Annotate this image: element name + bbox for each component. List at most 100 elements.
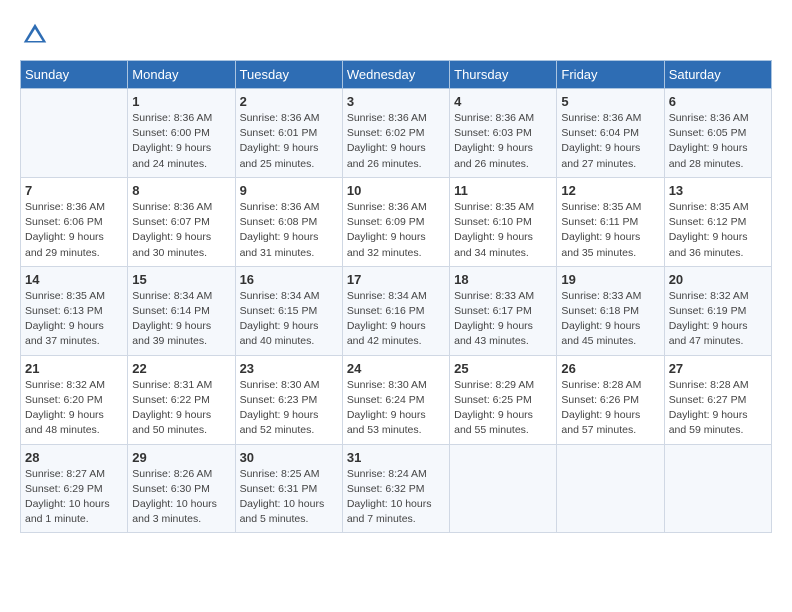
calendar-cell: 15Sunrise: 8:34 AM Sunset: 6:14 PM Dayli… xyxy=(128,266,235,355)
weekday-header-saturday: Saturday xyxy=(664,61,771,89)
day-info: Sunrise: 8:35 AM Sunset: 6:12 PM Dayligh… xyxy=(669,200,767,261)
calendar-cell: 30 Sunrise: 8:25 AM Sunset: 6:31 PM Dayli… xyxy=(235,444,342,533)
day-info: Sunrise: 8:36 AM Sunset: 6:09 PM Dayligh… xyxy=(347,200,445,261)
calendar-cell: 17 Sunrise: 8:34 AM Sunset: 6:16 PM Dayli… xyxy=(342,266,449,355)
weekday-header-tuesday: Tuesday xyxy=(235,61,342,89)
day-info: Sunrise: 8:34 AM Sunset: 6:15 PM Dayligh… xyxy=(240,289,338,350)
calendar-table: SundayMondayTuesdayWednesdayThursdayFrid… xyxy=(20,60,772,533)
day-number: 6 xyxy=(669,94,767,109)
calendar-cell: 21Sunrise: 8:32 AM Sunset: 6:20 PM Dayli… xyxy=(21,355,128,444)
calendar-week-2: 7Sunrise: 8:36 AM Sunset: 6:06 PM Daylig… xyxy=(21,177,772,266)
day-number: 30 xyxy=(240,450,338,465)
day-number: 17 xyxy=(347,272,445,287)
day-info: Sunrise: 8:34 AM Sunset: 6:16 PM Dayligh… xyxy=(347,289,445,350)
calendar-cell xyxy=(450,444,557,533)
day-info: Sunrise: 8:35 AM Sunset: 6:11 PM Dayligh… xyxy=(561,200,659,261)
calendar-cell: 10 Sunrise: 8:36 AM Sunset: 6:09 PM Dayli… xyxy=(342,177,449,266)
day-info: Sunrise: 8:26 AM Sunset: 6:30 PM Dayligh… xyxy=(132,467,230,528)
logo xyxy=(20,20,54,50)
weekday-header-wednesday: Wednesday xyxy=(342,61,449,89)
calendar-cell: 22 Sunrise: 8:31 AM Sunset: 6:22 PM Dayli… xyxy=(128,355,235,444)
day-number: 7 xyxy=(25,183,123,198)
day-number: 2 xyxy=(240,94,338,109)
day-number: 1 xyxy=(132,94,230,109)
calendar-cell: 2 Sunrise: 8:36 AM Sunset: 6:01 PM Daylig… xyxy=(235,89,342,178)
calendar-cell: 4 Sunrise: 8:36 AM Sunset: 6:03 PM Daylig… xyxy=(450,89,557,178)
day-info: Sunrise: 8:36 AM Sunset: 6:08 PM Dayligh… xyxy=(240,200,338,261)
weekday-header-monday: Monday xyxy=(128,61,235,89)
day-number: 14 xyxy=(25,272,123,287)
calendar-cell: 27 Sunrise: 8:28 AM Sunset: 6:27 PM Dayli… xyxy=(664,355,771,444)
calendar-cell: 8 Sunrise: 8:36 AM Sunset: 6:07 PM Daylig… xyxy=(128,177,235,266)
day-info: Sunrise: 8:33 AM Sunset: 6:18 PM Dayligh… xyxy=(561,289,659,350)
calendar-cell: 24 Sunrise: 8:30 AM Sunset: 6:24 PM Dayli… xyxy=(342,355,449,444)
calendar-cell: 6 Sunrise: 8:36 AM Sunset: 6:05 PM Daylig… xyxy=(664,89,771,178)
page-header xyxy=(20,20,772,50)
calendar-cell: 14Sunrise: 8:35 AM Sunset: 6:13 PM Dayli… xyxy=(21,266,128,355)
day-info: Sunrise: 8:28 AM Sunset: 6:27 PM Dayligh… xyxy=(669,378,767,439)
day-number: 8 xyxy=(132,183,230,198)
day-number: 23 xyxy=(240,361,338,376)
day-number: 28 xyxy=(25,450,123,465)
calendar-cell xyxy=(21,89,128,178)
calendar-cell: 23 Sunrise: 8:30 AM Sunset: 6:23 PM Dayli… xyxy=(235,355,342,444)
weekday-header-friday: Friday xyxy=(557,61,664,89)
day-info: Sunrise: 8:36 AM Sunset: 6:07 PM Dayligh… xyxy=(132,200,230,261)
calendar-cell: 31 Sunrise: 8:24 AM Sunset: 6:32 PM Dayli… xyxy=(342,444,449,533)
calendar-cell: 13 Sunrise: 8:35 AM Sunset: 6:12 PM Dayli… xyxy=(664,177,771,266)
day-number: 27 xyxy=(669,361,767,376)
day-number: 12 xyxy=(561,183,659,198)
calendar-cell xyxy=(557,444,664,533)
day-info: Sunrise: 8:24 AM Sunset: 6:32 PM Dayligh… xyxy=(347,467,445,528)
day-info: Sunrise: 8:36 AM Sunset: 6:03 PM Dayligh… xyxy=(454,111,552,172)
day-info: Sunrise: 8:36 AM Sunset: 6:02 PM Dayligh… xyxy=(347,111,445,172)
day-number: 9 xyxy=(240,183,338,198)
calendar-cell xyxy=(664,444,771,533)
calendar-cell: 3Sunrise: 8:36 AM Sunset: 6:02 PM Daylig… xyxy=(342,89,449,178)
day-number: 4 xyxy=(454,94,552,109)
day-info: Sunrise: 8:30 AM Sunset: 6:23 PM Dayligh… xyxy=(240,378,338,439)
day-number: 5 xyxy=(561,94,659,109)
calendar-cell: 5 Sunrise: 8:36 AM Sunset: 6:04 PM Daylig… xyxy=(557,89,664,178)
day-info: Sunrise: 8:32 AM Sunset: 6:19 PM Dayligh… xyxy=(669,289,767,350)
calendar-cell: 1 Sunrise: 8:36 AM Sunset: 6:00 PM Daylig… xyxy=(128,89,235,178)
day-info: Sunrise: 8:33 AM Sunset: 6:17 PM Dayligh… xyxy=(454,289,552,350)
day-info: Sunrise: 8:27 AM Sunset: 6:29 PM Dayligh… xyxy=(25,467,123,528)
day-number: 31 xyxy=(347,450,445,465)
day-number: 22 xyxy=(132,361,230,376)
day-info: Sunrise: 8:36 AM Sunset: 6:05 PM Dayligh… xyxy=(669,111,767,172)
calendar-cell: 29 Sunrise: 8:26 AM Sunset: 6:30 PM Dayli… xyxy=(128,444,235,533)
day-number: 26 xyxy=(561,361,659,376)
calendar-week-3: 14Sunrise: 8:35 AM Sunset: 6:13 PM Dayli… xyxy=(21,266,772,355)
weekday-header-thursday: Thursday xyxy=(450,61,557,89)
day-number: 13 xyxy=(669,183,767,198)
calendar-cell: 9 Sunrise: 8:36 AM Sunset: 6:08 PM Daylig… xyxy=(235,177,342,266)
day-info: Sunrise: 8:36 AM Sunset: 6:01 PM Dayligh… xyxy=(240,111,338,172)
day-number: 18 xyxy=(454,272,552,287)
calendar-cell: 7Sunrise: 8:36 AM Sunset: 6:06 PM Daylig… xyxy=(21,177,128,266)
day-number: 16 xyxy=(240,272,338,287)
day-number: 10 xyxy=(347,183,445,198)
calendar-cell: 16 Sunrise: 8:34 AM Sunset: 6:15 PM Dayli… xyxy=(235,266,342,355)
day-number: 24 xyxy=(347,361,445,376)
day-number: 19 xyxy=(561,272,659,287)
calendar-cell: 20 Sunrise: 8:32 AM Sunset: 6:19 PM Dayli… xyxy=(664,266,771,355)
day-number: 25 xyxy=(454,361,552,376)
day-info: Sunrise: 8:30 AM Sunset: 6:24 PM Dayligh… xyxy=(347,378,445,439)
calendar-week-1: 1 Sunrise: 8:36 AM Sunset: 6:00 PM Daylig… xyxy=(21,89,772,178)
day-number: 29 xyxy=(132,450,230,465)
day-info: Sunrise: 8:31 AM Sunset: 6:22 PM Dayligh… xyxy=(132,378,230,439)
day-info: Sunrise: 8:32 AM Sunset: 6:20 PM Dayligh… xyxy=(25,378,123,439)
day-info: Sunrise: 8:25 AM Sunset: 6:31 PM Dayligh… xyxy=(240,467,338,528)
calendar-cell: 11 Sunrise: 8:35 AM Sunset: 6:10 PM Dayli… xyxy=(450,177,557,266)
day-info: Sunrise: 8:36 AM Sunset: 6:00 PM Dayligh… xyxy=(132,111,230,172)
calendar-cell: 25Sunrise: 8:29 AM Sunset: 6:25 PM Dayli… xyxy=(450,355,557,444)
calendar-cell: 28 Sunrise: 8:27 AM Sunset: 6:29 PM Dayli… xyxy=(21,444,128,533)
day-info: Sunrise: 8:35 AM Sunset: 6:10 PM Dayligh… xyxy=(454,200,552,261)
weekday-header-row: SundayMondayTuesdayWednesdayThursdayFrid… xyxy=(21,61,772,89)
calendar-cell: 19 Sunrise: 8:33 AM Sunset: 6:18 PM Dayli… xyxy=(557,266,664,355)
day-number: 11 xyxy=(454,183,552,198)
day-info: Sunrise: 8:36 AM Sunset: 6:04 PM Dayligh… xyxy=(561,111,659,172)
day-info: Sunrise: 8:28 AM Sunset: 6:26 PM Dayligh… xyxy=(561,378,659,439)
day-number: 20 xyxy=(669,272,767,287)
